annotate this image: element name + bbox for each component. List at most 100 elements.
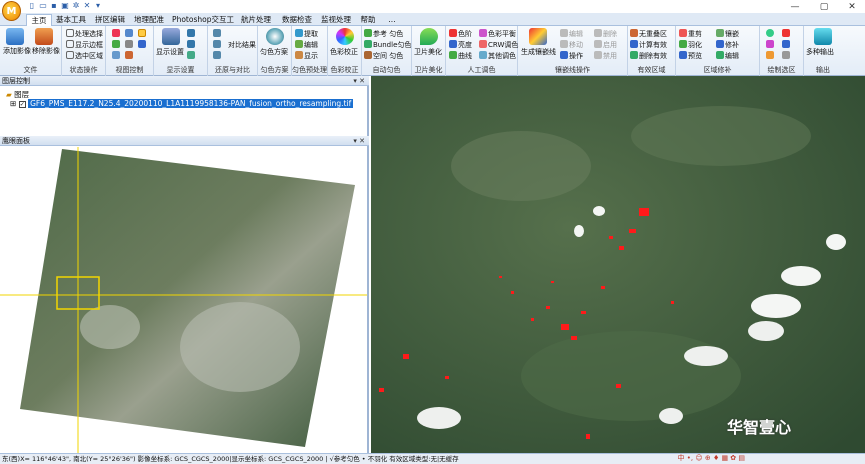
overview-map[interactable] (0, 147, 367, 454)
cloud (751, 294, 801, 318)
rect-select-icon[interactable] (766, 40, 774, 48)
redo-icon[interactable] (187, 40, 195, 48)
save-icon[interactable]: ▪ (49, 1, 59, 11)
curves-button[interactable]: 曲线 (449, 51, 472, 61)
cloud (659, 408, 683, 424)
eraser-icon[interactable] (782, 51, 790, 59)
color-wheel-icon (336, 28, 354, 45)
lasso-icon[interactable] (766, 51, 774, 59)
tab-photoshop[interactable]: Photoshop交互工具 (170, 14, 236, 36)
zoom-out-icon[interactable] (125, 29, 133, 37)
layer-panel-controls[interactable]: ▾ ✕ (353, 76, 365, 86)
eagle-panel-controls[interactable]: ▾ ✕ (353, 136, 365, 146)
print-icon[interactable]: ▣ (60, 1, 70, 11)
cloud (574, 225, 584, 237)
minimize-button[interactable]: — (781, 0, 809, 14)
remove-image-button[interactable]: 移除影像 (32, 47, 60, 56)
generate-mosaic-line-button[interactable]: 生成镶嵌线 (521, 48, 556, 57)
show-border-item[interactable]: 显示边框 (66, 40, 103, 50)
satellite-beautify-button[interactable]: 卫片美化 (414, 48, 442, 57)
full-extent-icon[interactable] (112, 40, 120, 48)
arrows-icon[interactable] (187, 51, 195, 59)
reclip-button[interactable]: 重剪 (679, 29, 702, 39)
mosaic-disable-button[interactable]: 禁用 (594, 51, 617, 61)
tab-monitor[interactable]: 监视处理 (318, 14, 354, 26)
show-button[interactable]: 显示 (295, 51, 318, 61)
color-balance-button[interactable]: 色彩平衡 (479, 29, 516, 39)
inlay-button[interactable]: 镶嵌 (716, 29, 739, 39)
open-icon[interactable]: ▭ (38, 1, 48, 11)
extract-button[interactable]: 提取 (295, 29, 318, 39)
no-overlap-button[interactable]: 无重叠区 (630, 29, 667, 39)
levels-button[interactable]: 色阶 (449, 29, 472, 39)
maximize-button[interactable]: ▢ (810, 0, 838, 14)
tab-more[interactable]: ... (384, 14, 400, 26)
swipe-icon[interactable] (213, 51, 221, 59)
add-image-button[interactable]: 添加影像 (3, 47, 31, 56)
tab-aerial[interactable]: 航片处理 (238, 14, 274, 26)
select-region-item[interactable]: 选中区域 (66, 51, 103, 61)
circle-select-icon[interactable] (766, 29, 774, 37)
polygon-select-icon[interactable] (782, 40, 790, 48)
pencil-icon[interactable] (782, 29, 790, 37)
mosaic-delete-button[interactable]: 删除 (594, 29, 617, 39)
spatial-uniform-button[interactable]: 空间 匀色 (364, 51, 403, 61)
repair-button[interactable]: 修补 (716, 40, 739, 50)
tab-basic-tools[interactable]: 基本工具 (55, 14, 87, 26)
mosaic-move-button[interactable]: 移动 (560, 40, 583, 50)
curves-icon (449, 51, 457, 59)
delete-valid-button[interactable]: 删除有效 (630, 51, 667, 61)
group-draw: 绘制选区 (760, 26, 804, 76)
uniform-scheme-button[interactable]: 匀色方案 (260, 48, 288, 57)
color-calibration-button[interactable]: 色彩校正 (330, 48, 358, 57)
process-select-item[interactable]: 处理选择 (66, 29, 103, 39)
compare-icon[interactable] (213, 40, 221, 48)
bundle-uniform-button[interactable]: Bundle匀色 (364, 40, 411, 50)
main-satellite-image[interactable] (371, 76, 865, 454)
quick-access-dropdown-icon[interactable]: ▾ (93, 1, 103, 11)
layer-filename[interactable]: GF6_PMS_E117.2_N25.4_20200110_L1A1119958… (28, 99, 354, 108)
layer-visible-checkbox[interactable]: ✓ (18, 101, 26, 108)
mosaic-operate-button[interactable]: 操作 (560, 51, 583, 61)
show-border-label: 显示边框 (75, 41, 103, 49)
mosaic-enable-button[interactable]: 启用 (594, 40, 617, 50)
display-settings-button[interactable]: 显示设置 (156, 48, 184, 57)
reference-uniform-button[interactable]: 参考 匀色 (364, 29, 403, 39)
region-edit-button[interactable]: 编辑 (716, 51, 739, 61)
feather-button[interactable]: 羽化 (679, 40, 702, 50)
forward-icon[interactable] (125, 51, 133, 59)
new-icon[interactable]: ▯ (27, 1, 37, 11)
compute-valid-button[interactable]: 计算有效 (630, 40, 667, 50)
tab-help[interactable]: 帮助 (357, 14, 379, 26)
close-button[interactable]: ✕ (838, 0, 865, 14)
preview-button[interactable]: 预览 (679, 51, 702, 61)
undo-icon[interactable] (187, 29, 195, 37)
ribbon-toolbar: 添加影像 移除影像 文件 处理选择 显示边框 选中区域 状态操作 视图控制 显示… (0, 26, 865, 76)
zoom-in-icon[interactable] (112, 29, 120, 37)
hotspot (499, 276, 502, 278)
refresh-icon[interactable] (138, 40, 146, 48)
compare-result-button[interactable]: 对比结果 (228, 41, 256, 50)
move-icon (560, 40, 568, 48)
pan-icon[interactable] (138, 29, 146, 37)
restore-icon[interactable] (213, 29, 221, 37)
mosaic-edit-button[interactable]: 编辑 (560, 29, 583, 39)
tab-data-check[interactable]: 数据检查 (279, 14, 315, 26)
crw-button[interactable]: CRW调色 (479, 40, 518, 50)
group-region-repair-label: 区域修补 (703, 66, 732, 74)
settings-icon[interactable]: ✲ (71, 1, 81, 11)
multi-output-button[interactable]: 多种输出 (806, 48, 834, 57)
expand-icon[interactable]: ⊞ (10, 99, 16, 108)
back-icon[interactable] (112, 51, 120, 59)
compute-icon (630, 40, 638, 48)
map-view[interactable]: 华智壹心 (371, 76, 865, 454)
tab-region-edit[interactable]: 拼区编辑 (92, 14, 128, 26)
close-doc-icon[interactable]: ✕ (82, 1, 92, 11)
hand-icon[interactable] (125, 40, 133, 48)
app-logo[interactable]: M (2, 1, 21, 21)
edit-button[interactable]: 编辑 (295, 40, 318, 50)
tab-georeference[interactable]: 地理配准 (131, 14, 167, 26)
layer-item[interactable]: ⊞ ✓ GF6_PMS_E117.2_N25.4_20200110_L1A111… (10, 99, 354, 108)
brightness-button[interactable]: 亮度 (449, 40, 472, 50)
other-color-button[interactable]: 其他调色 (479, 51, 516, 61)
